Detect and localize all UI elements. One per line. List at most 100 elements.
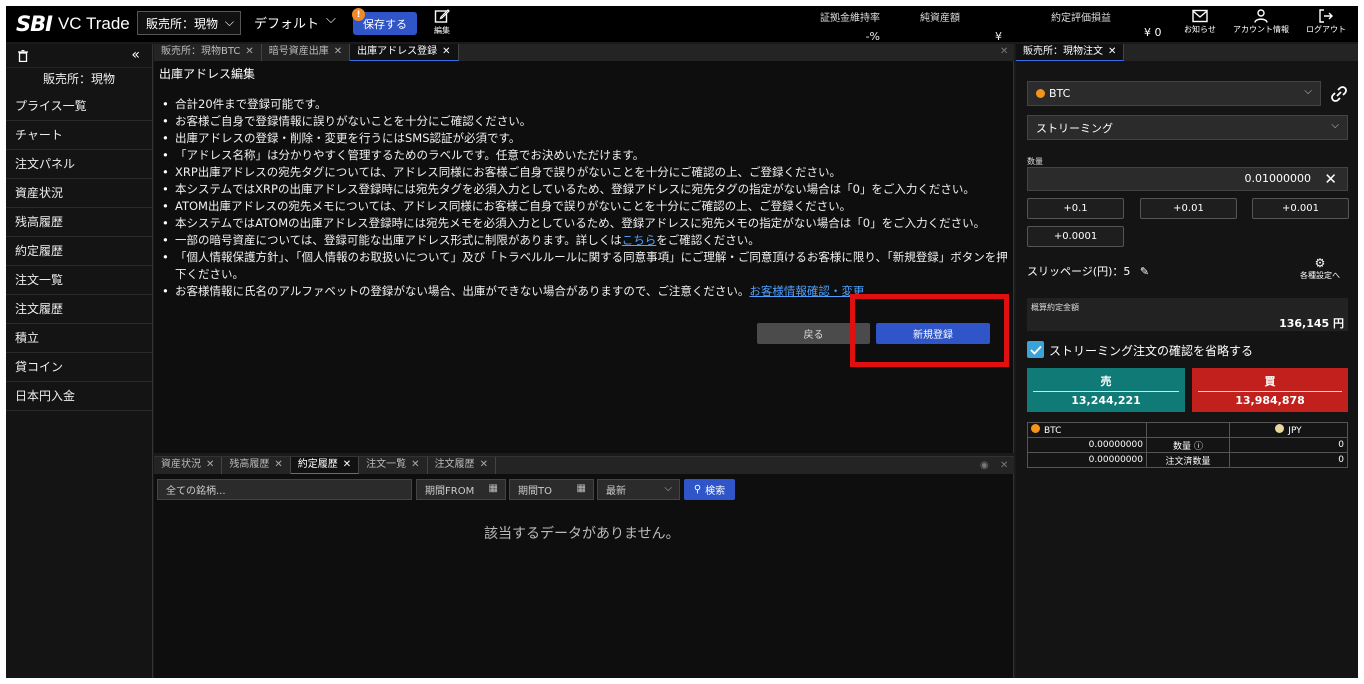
- tab-order-history[interactable]: 注文履歴 ✕: [428, 457, 496, 474]
- buy-button[interactable]: 買 13,984,878: [1192, 368, 1348, 412]
- tab-assets[interactable]: 資産状況 ✕: [154, 457, 223, 474]
- sidebar-market: 販売所：現物: [42, 72, 115, 86]
- order-type-value: ストリーミング: [1036, 121, 1113, 135]
- sidebar-item-chart[interactable]: チャート: [6, 121, 152, 150]
- layout-name[interactable]: デフォルト: [254, 13, 319, 32]
- close-icon[interactable]: ✕: [1108, 46, 1116, 57]
- symbol-filter-placeholder: 全ての銘柄...: [166, 486, 226, 497]
- sidebar-item-order-list[interactable]: 注文一覧: [6, 266, 152, 295]
- list-item: 本システムではXRPの出庫アドレス登録時には宛先タグを必須入力としているため、登…: [159, 181, 1009, 198]
- btc-ordered: 0.00000000: [1027, 452, 1147, 468]
- search-icon: ⚲: [693, 484, 702, 495]
- tab-execution-history[interactable]: 約定履歴 ✕: [290, 457, 360, 474]
- date-from-input[interactable]: 期間FROM ▦: [416, 479, 506, 500]
- page-title: 出庫アドレス編集: [159, 67, 256, 81]
- close-icon[interactable]: ✕: [1000, 46, 1008, 57]
- account-button[interactable]: アカウント情報: [1233, 9, 1289, 35]
- close-icon[interactable]: ✕: [334, 46, 342, 57]
- qty-label: 数量: [1027, 157, 1043, 166]
- date-from-label: 期間FROM: [425, 486, 475, 497]
- tab-order-list[interactable]: 注文一覧 ✕: [359, 457, 428, 474]
- notice-button[interactable]: お知らせ: [1184, 9, 1216, 35]
- eye-icon[interactable]: ◉: [980, 460, 989, 471]
- step-button-0.01[interactable]: +0.01: [1140, 198, 1237, 219]
- sidebar-item-balance-history[interactable]: 残高履歴: [6, 208, 152, 237]
- sort-select-value: 最新: [606, 486, 626, 497]
- jpy-label: JPY: [1288, 426, 1302, 436]
- logout-icon: [1319, 9, 1333, 23]
- logo: SBI VC Trade: [16, 12, 130, 36]
- settings-button[interactable]: ⚙ 各種設定へ: [1296, 256, 1344, 281]
- sidebar-item-execution-history[interactable]: 約定履歴: [6, 237, 152, 266]
- sort-select[interactable]: 最新 ⌵: [597, 479, 680, 500]
- qty-value: 0.01000000: [1244, 172, 1311, 185]
- close-icon[interactable]: ✕: [245, 46, 253, 57]
- gear-icon: ⚙: [1314, 256, 1326, 270]
- close-icon[interactable]: ✕: [442, 46, 450, 57]
- symbol-filter-input[interactable]: 全ての銘柄...: [157, 479, 412, 500]
- balance-jpy-header: JPY: [1229, 422, 1348, 438]
- account-label: アカウント情報: [1233, 25, 1289, 34]
- date-to-input[interactable]: 期間TO ▦: [509, 479, 594, 500]
- edit-icon[interactable]: ✎: [1140, 265, 1149, 278]
- qty-input[interactable]: 0.01000000 ✕: [1027, 167, 1348, 191]
- tab-spot-btc[interactable]: 販売所：現物BTC ✕: [154, 44, 262, 61]
- margin-rate-value: -%: [865, 30, 880, 43]
- sidebar-item-lending[interactable]: 貸コイン: [6, 353, 152, 382]
- close-icon[interactable]: ✕: [206, 459, 214, 470]
- table-row: 0.00000000 数量 ⓘ 0: [1027, 437, 1348, 453]
- logout-button[interactable]: ログアウト: [1306, 9, 1346, 35]
- step-button-0.001[interactable]: +0.001: [1252, 198, 1349, 219]
- customer-info-link[interactable]: お客様情報確認・変更: [749, 284, 864, 298]
- details-link[interactable]: こちら: [622, 233, 657, 247]
- sell-button[interactable]: 売 13,244,221: [1027, 368, 1185, 412]
- close-icon[interactable]: ✕: [343, 459, 351, 470]
- buy-label: 買: [1198, 373, 1342, 392]
- sidebar-item-order-history[interactable]: 注文履歴: [6, 295, 152, 324]
- header: SBI VC Trade 販売所：現物 ⌵ デフォルト ⌵ 保存する ! 編集 …: [6, 6, 1358, 43]
- close-icon[interactable]: ✕: [274, 459, 282, 470]
- close-icon[interactable]: ✕: [1000, 460, 1008, 471]
- jpy-ordered: 0: [1229, 452, 1348, 468]
- sidebar-item-assets[interactable]: 資産状況: [6, 179, 152, 208]
- logout-label: ログアウト: [1306, 25, 1346, 34]
- link-icon[interactable]: [1329, 84, 1349, 104]
- ordered-row-label: 注文済数量: [1146, 452, 1230, 468]
- step-button-0.0001[interactable]: +0.0001: [1027, 226, 1124, 247]
- market-select[interactable]: 販売所：現物 ⌵: [137, 11, 241, 35]
- search-label: 検索: [705, 486, 726, 497]
- symbol-select[interactable]: BTC ⌵: [1027, 81, 1321, 106]
- check-icon: [1029, 345, 1042, 355]
- sidebar-item-jpy-deposit[interactable]: 日本円入金: [6, 382, 152, 411]
- order-type-select[interactable]: ストリーミング ⌵: [1027, 115, 1348, 140]
- close-icon[interactable]: ✕: [480, 459, 488, 470]
- tab-spot-order[interactable]: 販売所：現物注文 ✕: [1016, 44, 1125, 61]
- edit-button[interactable]: 編集: [430, 8, 454, 40]
- clear-icon[interactable]: ✕: [1324, 168, 1337, 190]
- calendar-icon: ▦: [576, 483, 586, 494]
- sidebar-item-accumulation[interactable]: 積立: [6, 324, 152, 353]
- warning-badge: !: [352, 8, 365, 21]
- skip-confirm-checkbox[interactable]: [1027, 341, 1044, 358]
- date-to-label: 期間TO: [518, 486, 552, 497]
- chevron-down-icon[interactable]: ⌵: [326, 12, 336, 27]
- tab-label: 約定履歴: [297, 459, 338, 470]
- chevron-down-icon: ⌵: [1331, 120, 1339, 131]
- list-item: 「個人情報保護方針」、「個人情報のお取扱いについて」及び「トラベルルールに関する…: [159, 249, 1009, 283]
- sidebar-item-price-list[interactable]: プライス一覧: [6, 92, 152, 121]
- tab-label: 販売所：現物注文: [1023, 46, 1103, 57]
- tab-crypto-withdraw[interactable]: 暗号資産出庫 ✕: [262, 44, 351, 61]
- list-item: 「アドレス名称」は分かりやすく管理するためのラベルです。任意でお決めいただけます…: [159, 147, 1009, 164]
- tab-address-register[interactable]: 出庫アドレス登録 ✕: [350, 44, 459, 61]
- sidebar-toolbar: «: [6, 44, 152, 68]
- balance-btc-header: BTC: [1027, 422, 1147, 438]
- info-icon[interactable]: ⓘ: [1194, 442, 1203, 452]
- search-button[interactable]: ⚲ 検索: [684, 479, 735, 500]
- note-text: をご確認ください。: [656, 233, 760, 247]
- tab-balance-history[interactable]: 残高履歴 ✕: [222, 457, 291, 474]
- trash-icon[interactable]: [18, 50, 28, 62]
- step-button-0.1[interactable]: +0.1: [1027, 198, 1124, 219]
- sidebar-item-order-panel[interactable]: 注文パネル: [6, 150, 152, 179]
- close-icon[interactable]: ✕: [411, 459, 419, 470]
- collapse-sidebar-icon[interactable]: «: [131, 47, 140, 63]
